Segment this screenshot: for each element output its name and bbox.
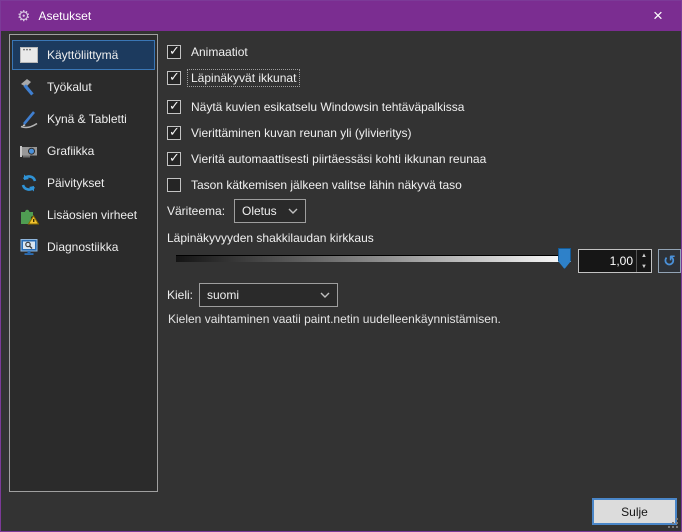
checkbox-label: Näytä kuvien esikatselu Windowsin tehtäv… (188, 99, 467, 115)
settings-dialog: ⚙ Asetukset × Käyttöliittymä Työkalut Ky… (0, 0, 682, 532)
titlebar: ⚙ Asetukset × (1, 1, 681, 31)
sidebar-item-graphics[interactable]: Grafiikka (12, 136, 155, 166)
graphics-card-icon (17, 140, 41, 162)
close-dialog-button[interactable]: Sulje (592, 498, 677, 525)
checkbox-label: Animaatiot (188, 44, 251, 60)
value-spinner: ▲ ▼ (636, 250, 651, 272)
sidebar-item-label: Työkalut (47, 80, 92, 94)
theme-label: Väriteema: (167, 204, 225, 218)
brightness-slider-track[interactable] (176, 255, 571, 262)
language-label: Kieli: (167, 288, 193, 302)
checkbox-label: Vierittäminen kuvan reunan yli (ylivieri… (188, 125, 415, 141)
checkbox-label: Vieritä automaattisesti piirtäessäsi koh… (188, 151, 489, 167)
window-close-button[interactable]: × (635, 1, 681, 31)
sidebar-item-label: Lisäosien virheet (47, 208, 137, 222)
settings-category-list: Käyttöliittymä Työkalut Kynä & Tabletti … (9, 34, 158, 492)
hammer-icon (17, 76, 41, 98)
brightness-slider-thumb[interactable] (558, 248, 571, 269)
diagnostics-icon (17, 236, 41, 258)
checkbox-icon: ✓ (167, 126, 181, 140)
spinner-down-icon[interactable]: ▼ (637, 261, 651, 272)
theme-dropdown-value: Oletus (242, 204, 288, 218)
sidebar-item-plugin-errors[interactable]: Lisäosien virheet (12, 200, 155, 230)
sidebar-item-pen-tablet[interactable]: Kynä & Tabletti (12, 104, 155, 134)
sidebar-item-label: Käyttöliittymä (47, 48, 118, 62)
sidebar-item-tools[interactable]: Työkalut (12, 72, 155, 102)
theme-dropdown[interactable]: Oletus (234, 199, 306, 223)
refresh-icon (17, 172, 41, 194)
checkbox-taskbar-previews[interactable]: ✓ Näytä kuvien esikatselu Windowsin teht… (167, 98, 467, 116)
checkbox-autoscroll-drawing[interactable]: ✓ Vieritä automaattisesti piirtäessäsi k… (167, 150, 489, 168)
sidebar-item-label: Kynä & Tabletti (47, 112, 127, 126)
checkbox-overscroll[interactable]: ✓ Vierittäminen kuvan reunan yli (ylivie… (167, 124, 415, 142)
checkerboard-brightness-label: Läpinäkyvyyden shakkilaudan kirkkaus (167, 231, 374, 245)
sidebar-item-diagnostics[interactable]: Diagnostiikka (12, 232, 155, 262)
sidebar-item-updates[interactable]: Päivitykset (12, 168, 155, 198)
sidebar-item-label: Päivitykset (47, 176, 104, 190)
checkbox-label: Läpinäkyvät ikkunat (188, 70, 299, 86)
spinner-up-icon[interactable]: ▲ (637, 250, 651, 261)
sidebar-item-label: Grafiikka (47, 144, 94, 158)
checkbox-translucent-windows[interactable]: ✓ Läpinäkyvät ikkunat (167, 69, 299, 87)
checkbox-icon: ✓ (167, 152, 181, 166)
language-restart-note: Kielen vaihtaminen vaatii paint.netin uu… (168, 312, 501, 326)
chevron-down-icon (320, 292, 330, 298)
reset-brightness-button[interactable]: ↺ (658, 249, 681, 273)
checkbox-animations[interactable]: ✓ Animaatiot (167, 43, 251, 61)
checkbox-label: Tason kätkemisen jälkeen valitse lähin n… (188, 177, 465, 193)
pen-tablet-icon (17, 108, 41, 130)
sidebar-item-ui[interactable]: Käyttöliittymä (12, 40, 155, 70)
brightness-value: 1,00 (579, 250, 636, 272)
language-dropdown-value: suomi (207, 288, 320, 302)
checkbox-icon: ✓ (167, 71, 181, 85)
checkbox-select-nearest-layer[interactable]: ✓ Tason kätkemisen jälkeen valitse lähin… (167, 176, 465, 194)
checkbox-icon: ✓ (167, 178, 181, 192)
settings-gear-icon: ⚙ (17, 9, 30, 24)
plugin-warning-icon (17, 204, 41, 226)
checkbox-icon: ✓ (167, 45, 181, 59)
chevron-down-icon (288, 208, 298, 214)
brightness-value-input[interactable]: 1,00 ▲ ▼ (578, 249, 652, 273)
resize-grip[interactable] (667, 517, 678, 528)
language-dropdown[interactable]: suomi (199, 283, 338, 307)
window-title: Asetukset (38, 9, 91, 23)
sidebar-item-label: Diagnostiikka (47, 240, 118, 254)
checkbox-icon: ✓ (167, 100, 181, 114)
window-icon (17, 44, 41, 66)
undo-icon: ↺ (663, 252, 676, 270)
